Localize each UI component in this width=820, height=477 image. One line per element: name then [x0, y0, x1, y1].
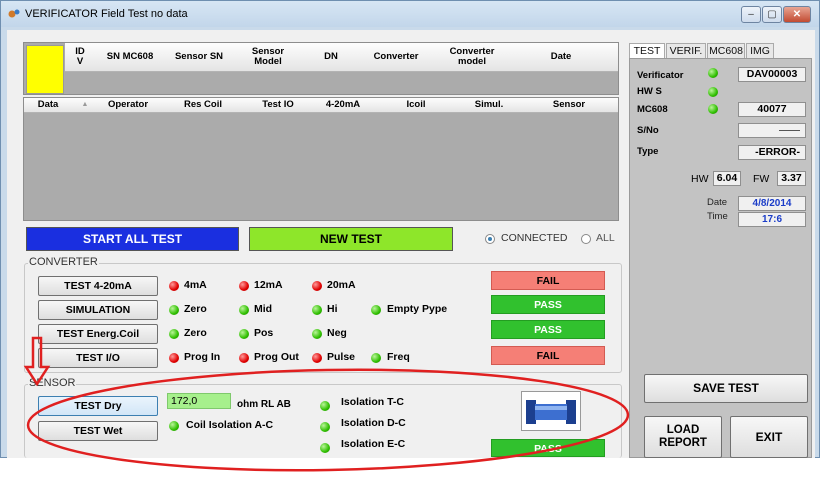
highlight-ellipse [26, 368, 630, 472]
annotation-overlay [23, 336, 630, 472]
arrow-down-icon [23, 336, 51, 387]
